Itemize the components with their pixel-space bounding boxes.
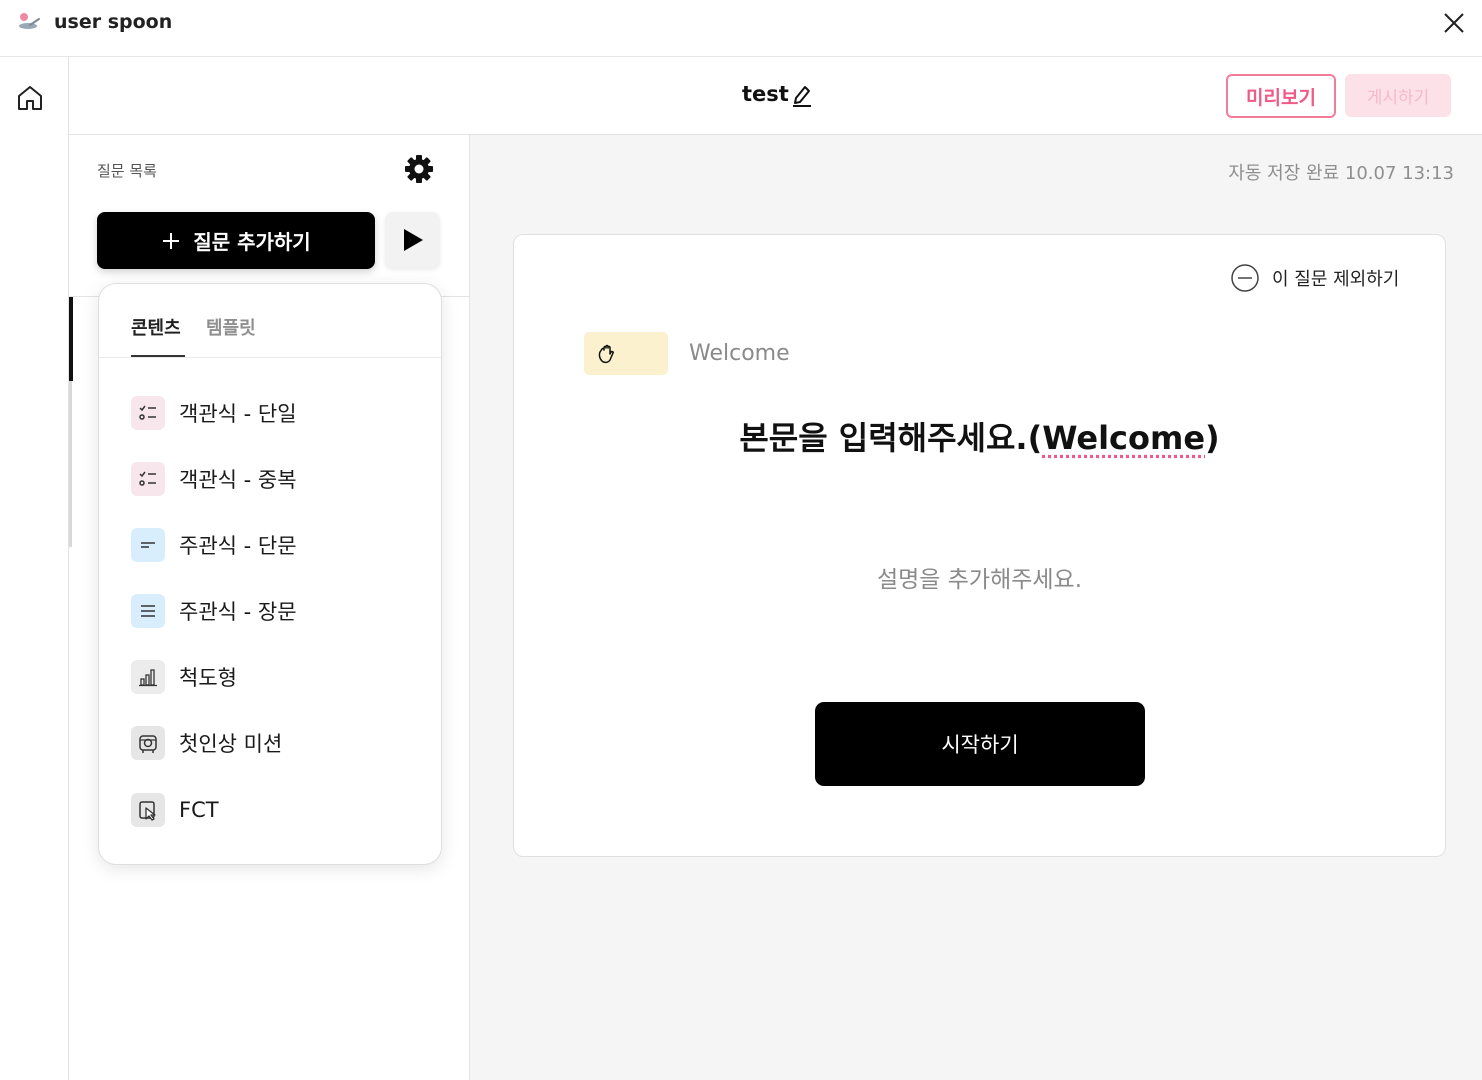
tabs-divider — [99, 357, 441, 358]
document-title[interactable]: test — [742, 82, 789, 106]
menu-item-label: 객관식 - 중복 — [179, 468, 297, 492]
editor-main: 자동 저장 완료 10.07 13:13 이 질문 제외하기 Welcome 본… — [470, 135, 1482, 1080]
menu-item-multi-choice[interactable]: 객관식 - 중복 — [131, 459, 411, 499]
title-word: Welcome — [1042, 419, 1206, 457]
first-impression-icon — [131, 726, 165, 760]
title-suffix: ) — [1205, 419, 1220, 457]
plus-icon — [163, 232, 180, 249]
menu-item-scale[interactable]: 척도형 — [131, 657, 411, 697]
welcome-badge — [584, 332, 668, 375]
window-titlebar: user spoon — [0, 0, 1482, 57]
menu-item-first-impression[interactable]: 첫인상 미션 — [131, 723, 411, 763]
question-card: 이 질문 제외하기 Welcome 본문을 입력해주세요.(Welcome) 설… — [513, 234, 1446, 857]
menu-item-short-text[interactable]: 주관식 - 단문 — [131, 525, 411, 565]
waving-hand-icon — [598, 344, 614, 363]
add-question-label: 질문 추가하기 — [193, 230, 311, 254]
welcome-label: Welcome — [689, 341, 790, 366]
exclude-question-label: 이 질문 제외하기 — [1272, 269, 1400, 290]
tab-contents[interactable]: 콘텐츠 — [131, 314, 181, 340]
app-title: user spoon — [54, 11, 173, 33]
short-text-icon — [131, 528, 165, 562]
start-button[interactable]: 시작하기 — [815, 702, 1145, 786]
tab-templates[interactable]: 템플릿 — [206, 314, 256, 340]
question-description[interactable]: 설명을 추가해주세요. — [514, 560, 1445, 594]
menu-item-label: FCT — [179, 798, 219, 822]
close-icon[interactable] — [1440, 9, 1468, 37]
exclude-question-button[interactable]: 이 질문 제외하기 — [1230, 263, 1399, 293]
question-title[interactable]: 본문을 입력해주세요.(Welcome) — [514, 413, 1445, 459]
menu-item-fct[interactable]: FCT — [131, 790, 411, 830]
editor-topbar: test 미리보기 게시하기 — [69, 57, 1482, 135]
add-question-dropdown: 콘텐츠 템플릿 객관식 - 단일 객관식 - 중복 주관식 - 단문 주관식 -… — [98, 283, 442, 865]
gear-icon[interactable] — [403, 153, 435, 185]
spoon-logo-icon — [19, 13, 40, 29]
menu-item-label: 주관식 - 장문 — [179, 600, 297, 624]
menu-item-label: 주관식 - 단문 — [179, 534, 297, 558]
left-nav — [0, 57, 69, 1080]
cursor-click-icon — [131, 793, 165, 827]
home-icon[interactable] — [15, 83, 45, 113]
publish-button[interactable]: 게시하기 — [1345, 74, 1451, 117]
pencil-edit-icon[interactable] — [791, 83, 813, 107]
multi-choice-icon — [131, 462, 165, 496]
play-preview-button[interactable] — [385, 212, 440, 268]
scrollbar-thumb[interactable] — [69, 297, 73, 381]
single-choice-icon — [131, 396, 165, 430]
minus-circle-icon — [1231, 264, 1259, 292]
title-prefix: 본문을 입력해주세요.( — [739, 419, 1043, 457]
menu-item-label: 척도형 — [179, 666, 237, 690]
preview-button[interactable]: 미리보기 — [1226, 74, 1336, 118]
menu-item-long-text[interactable]: 주관식 - 장문 — [131, 591, 411, 631]
menu-item-label: 객관식 - 단일 — [179, 402, 297, 426]
bar-chart-icon — [131, 660, 165, 694]
menu-item-label: 첫인상 미션 — [179, 732, 283, 756]
autosave-status: 자동 저장 완료 10.07 13:13 — [1228, 163, 1454, 184]
question-list-label: 질문 목록 — [97, 162, 157, 180]
menu-item-single-choice[interactable]: 객관식 - 단일 — [131, 393, 411, 433]
long-text-icon — [131, 594, 165, 628]
add-question-button[interactable]: 질문 추가하기 — [97, 212, 375, 269]
play-icon — [403, 229, 423, 251]
